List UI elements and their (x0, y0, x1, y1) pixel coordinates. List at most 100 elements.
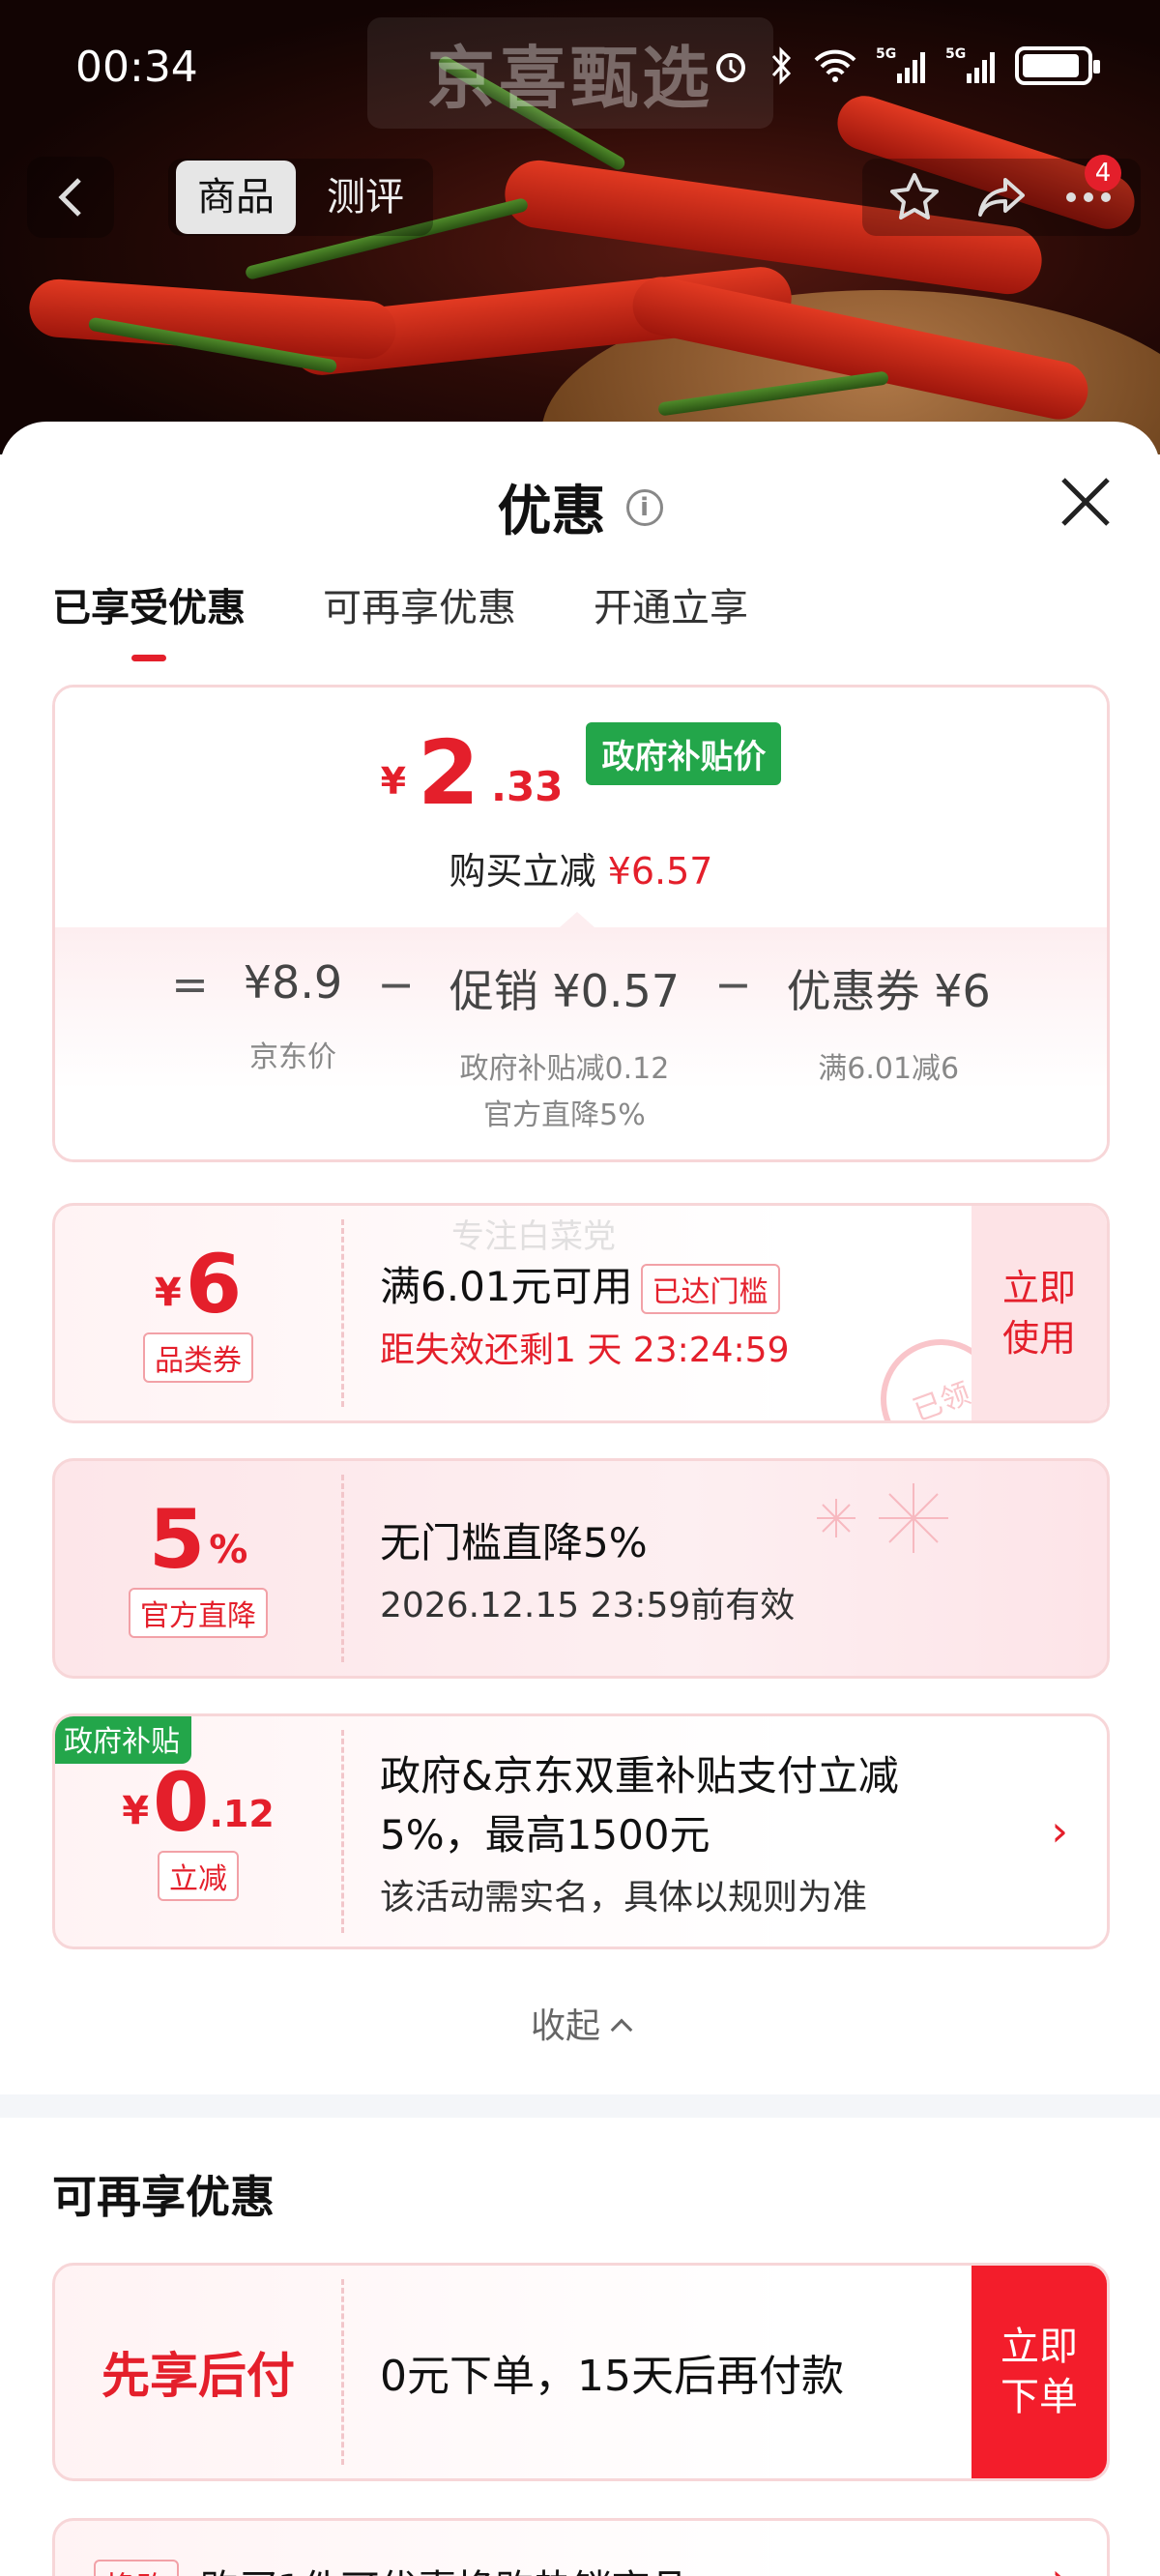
coupon-type-tag: 品类券 (143, 1332, 253, 1383)
discount-title: 无门槛直降5% (380, 1518, 648, 1566)
coupon-condition-text: 满6.01元可用 (380, 1262, 633, 1310)
collapse-label: 收起 (530, 2006, 600, 2046)
price-formula: = ¥8.9 京东价 − 促销 ¥0.57 政府补贴减0.12 官方直降5% −… (55, 927, 1107, 1136)
reduce-line: 购买立减 ¥6.57 (55, 841, 1107, 894)
discount-percent-value: 5 (148, 1492, 206, 1587)
category-coupon-card: 专注白菜党 ¥ 6 品类券 满6.01元可用 已达门槛 距失效还剩1 天 23:2… (52, 1203, 1110, 1423)
gov-subsidy-card[interactable]: 政府补贴 ¥ 0 .12 立减 政府&京东双重补贴支付立减 5%，最高1500元… (52, 1713, 1110, 1949)
chevron-right-icon: › (1051, 2555, 1068, 2576)
signal-5g-icon: 5G (945, 46, 995, 83)
svg-text:5G: 5G (876, 46, 896, 62)
discount-sheet: 优惠 i 已享受优惠 可再享优惠 开通立享 ¥ 2 .33 政府补贴价 购买立减… (0, 422, 1160, 2576)
subsidy-rule-note: 该活动需实名，具体以规则为准 (380, 1878, 868, 1917)
coupon-currency: ¥ (154, 1271, 182, 1315)
more-button[interactable]: 4 (1050, 155, 1127, 236)
fireworks-decoration (817, 1483, 948, 1553)
coupon-threshold: 满6.01减6 (818, 1052, 960, 1086)
coupon-condition: 满6.01元可用 已达门槛 (380, 1254, 789, 1315)
dashed-divider (341, 2279, 344, 2465)
percent-sign: % (209, 1528, 248, 1572)
order-now-button[interactable]: 立即下单 (972, 2266, 1107, 2478)
discount-info: 无门槛直降5% 2026.12.15 23:59前有效 (380, 1461, 795, 1676)
dashed-divider (341, 1219, 344, 1407)
price-currency: ¥ (380, 760, 407, 803)
discount-amount: 5 % (149, 1499, 248, 1580)
subsidy-amount: ¥ 0 .12 (122, 1762, 275, 1843)
promo-sub-1: 政府补贴减0.12 (459, 1052, 670, 1086)
reduce-label: 购买立减 (449, 850, 596, 893)
sheet-title: 优惠 (497, 481, 606, 543)
nav-tabs: 商品 测评 (168, 159, 433, 236)
minus-sign: − (377, 958, 415, 1010)
svg-text:5G: 5G (945, 46, 966, 62)
coupon-info: 满6.01元可用 已达门槛 距失效还剩1 天 23:24:59 (380, 1206, 789, 1420)
dashed-divider (341, 1475, 344, 1662)
tab-review[interactable]: 测评 (305, 161, 425, 234)
threshold-reached-tag: 已达门槛 (640, 1264, 780, 1315)
use-now-button[interactable]: 立即使用 (972, 1206, 1107, 1420)
tab-activate[interactable]: 开通立享 (594, 576, 748, 652)
subsidy-title-line-1: 政府&京东双重补贴支付立减 (380, 1752, 899, 1800)
subsidy-type-tag: 立减 (158, 1851, 239, 1901)
jd-price-label: 京东价 (248, 1040, 336, 1074)
info-icon[interactable]: i (625, 488, 663, 526)
status-bar: 00:34 5G 5G (0, 0, 1160, 135)
favorite-button[interactable] (876, 159, 953, 236)
subsidy-currency: ¥ (122, 1789, 150, 1833)
discount-expiry: 2026.12.15 23:59前有效 (380, 1585, 796, 1625)
chevron-up-icon (610, 2018, 633, 2041)
notch (560, 912, 594, 927)
sheet-header: 优惠 i (0, 468, 1160, 543)
chevron-right-icon: › (1051, 1806, 1068, 1857)
top-navbar: 商品 测评 4 (0, 155, 1160, 242)
tab-product[interactable]: 商品 (176, 161, 296, 234)
subsidy-integer: 0 (153, 1755, 210, 1850)
coupon-countdown: 距失效还剩1 天 23:24:59 (380, 1331, 790, 1371)
swap-text: 购买1件可优惠换购热销商品 (200, 2558, 688, 2576)
bnpl-text: 0元下单，15天后再付款 (380, 2352, 844, 2401)
dashed-divider (341, 1730, 344, 1933)
use-now-label: 立即使用 (1001, 1267, 1076, 1360)
status-icons: 5G 5G (711, 44, 1100, 87)
reduce-value: ¥6.57 (607, 850, 713, 893)
notification-badge: 4 (1085, 155, 1121, 191)
bnpl-card: 先享后付 0元下单，15天后再付款 立即下单 (52, 2263, 1110, 2481)
more-discounts-title: 可再享优惠 (52, 2171, 275, 2223)
tab-enjoyed[interactable]: 已享受优惠 (52, 576, 246, 652)
coupon-amount-value: 6 (185, 1237, 243, 1332)
promo-sub-2: 官方直降5% (483, 1098, 646, 1132)
minus-sign: − (714, 958, 752, 1010)
swap-tag: 换购 (94, 2560, 180, 2576)
coupon-amount: ¥ 6 (155, 1244, 242, 1325)
equals-sign: = (171, 958, 209, 1010)
subsidy-decimal: .12 (209, 1793, 275, 1835)
star-icon (890, 173, 939, 220)
price-breakdown: = ¥8.9 京东价 − 促销 ¥0.57 政府补贴减0.12 官方直降5% −… (55, 912, 1107, 1159)
order-now-label: 立即下单 (1000, 2325, 1078, 2419)
share-icon (978, 178, 1025, 217)
section-divider (0, 2094, 1160, 2118)
bluetooth-icon (771, 46, 792, 85)
back-button[interactable] (27, 157, 114, 238)
bnpl-info: 0元下单，15天后再付款 (380, 2266, 844, 2478)
promo-value: 促销 ¥0.57 (449, 965, 681, 1017)
close-icon[interactable] (1052, 468, 1119, 536)
alarm-icon (716, 53, 745, 82)
status-time: 00:34 (75, 43, 198, 92)
swap-purchase-card[interactable]: 换购 购买1件可优惠换购热销商品 › (52, 2518, 1110, 2576)
subsidy-info: 政府&京东双重补贴支付立减 5%，最高1500元 该活动需实名，具体以规则为准 (380, 1716, 899, 1947)
price-summary-card: ¥ 2 .33 政府补贴价 购买立减 ¥6.57 = ¥8.9 京东价 − 促销… (52, 685, 1110, 1162)
bnpl-label: 先享后付 (102, 2348, 295, 2404)
coupon-amount-block: ¥ 6 品类券 (55, 1206, 341, 1420)
final-price-section: ¥ 2 .33 政府补贴价 购买立减 ¥6.57 (55, 688, 1107, 927)
collapse-button[interactable]: 收起 (0, 1998, 1160, 2048)
price-integer: 2 (418, 721, 480, 825)
nav-actions: 4 (862, 155, 1141, 236)
discount-type-tag: 官方直降 (129, 1588, 268, 1638)
bnpl-label-block: 先享后付 (55, 2266, 341, 2478)
subsidy-amount-block: ¥ 0 .12 立减 (55, 1716, 341, 1947)
jd-price-col: ¥8.9 京东价 (244, 956, 342, 1084)
share-button[interactable] (963, 159, 1040, 236)
discount-tabs: 已享受优惠 可再享优惠 开通立享 (52, 576, 748, 652)
tab-more-available[interactable]: 可再享优惠 (323, 576, 516, 652)
